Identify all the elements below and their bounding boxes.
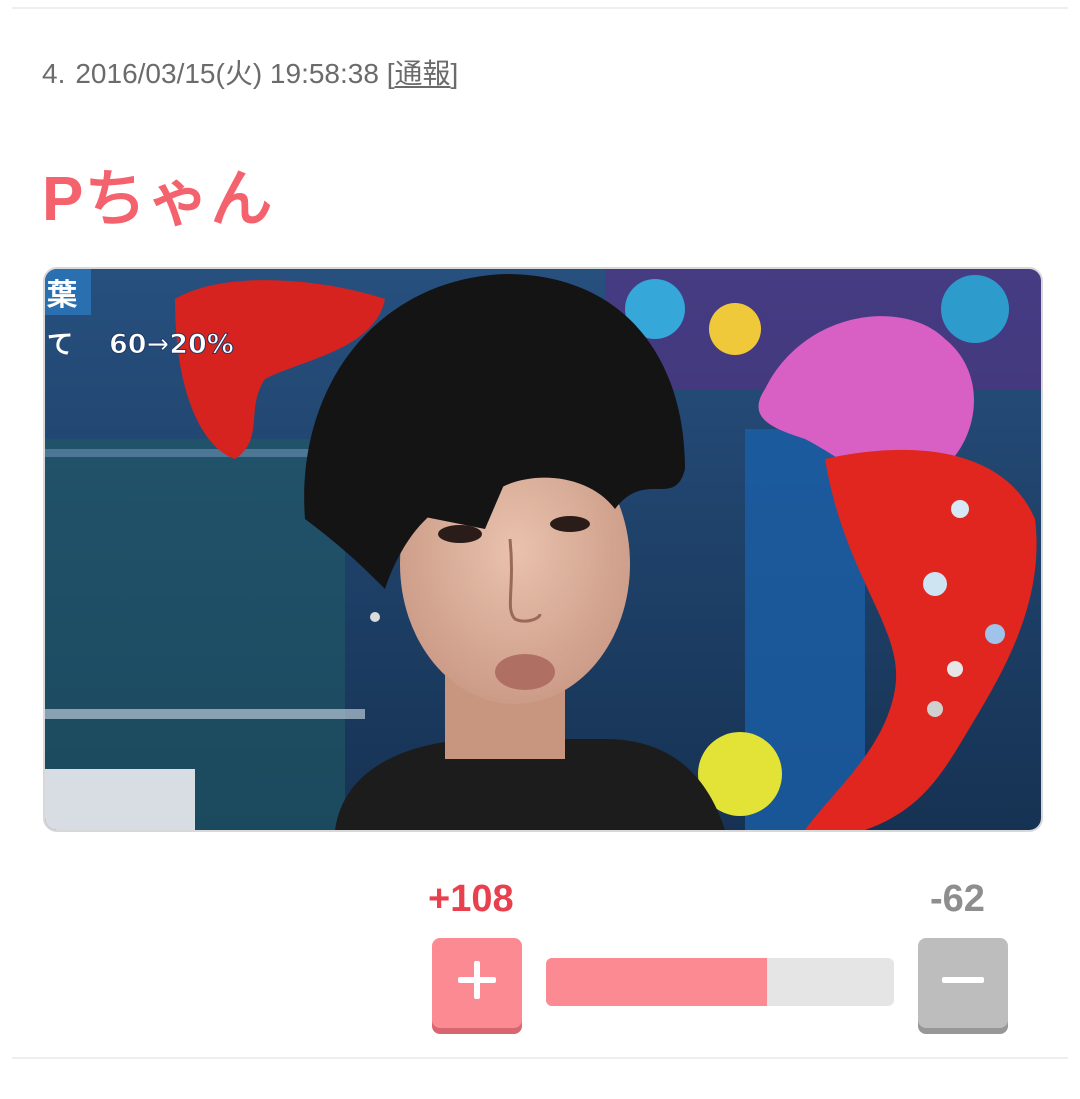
- comment-title: Pちゃん: [42, 165, 274, 234]
- vote-ratio-bar: [546, 958, 894, 1006]
- plus-count: +108: [428, 878, 514, 920]
- comment-photo[interactable]: 葉 て 60→20%: [43, 267, 1043, 832]
- photo-overlay-prefix: て: [47, 330, 73, 360]
- photo-overlay-kanji: 葉: [46, 278, 78, 313]
- photo-overlay-text: 60→20%: [109, 329, 234, 360]
- minus-icon: [942, 977, 984, 983]
- bottom-divider: [12, 1057, 1068, 1059]
- comment-number: 4.: [42, 58, 66, 89]
- comment-datetime: 2016/03/15(火) 19:58:38: [75, 58, 379, 89]
- vote-ratio-fill: [546, 958, 767, 1006]
- plus-icon: [458, 961, 496, 999]
- minus-count: -62: [930, 878, 985, 920]
- plus-vote-button[interactable]: [432, 938, 522, 1028]
- minus-vote-button[interactable]: [918, 938, 1008, 1028]
- top-divider: [12, 7, 1068, 9]
- comment-meta: 4. 2016/03/15(火) 19:58:38 [通報]: [42, 52, 458, 92]
- report-link[interactable]: [通報]: [387, 58, 459, 89]
